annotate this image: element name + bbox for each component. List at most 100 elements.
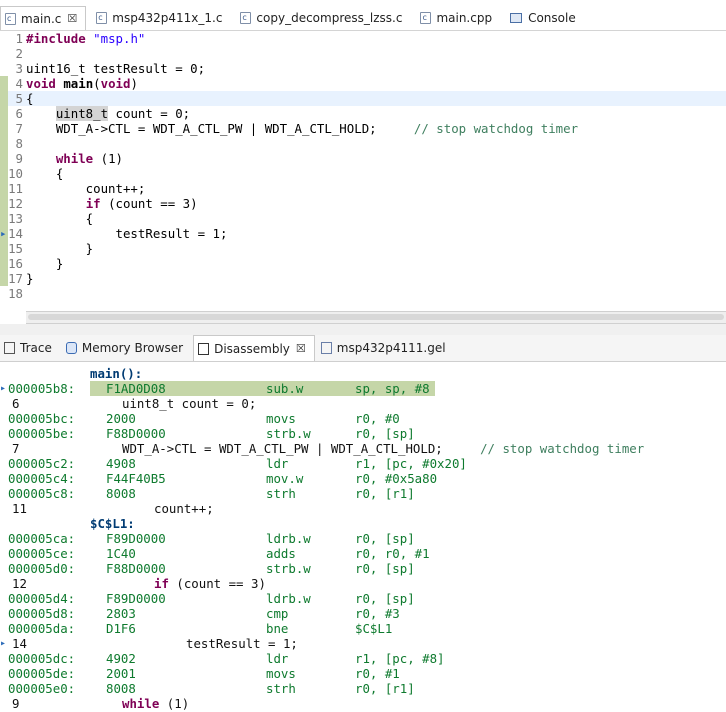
source-row[interactable]: 12 if (count == 3) — [0, 576, 726, 591]
code-token: ) — [130, 76, 138, 91]
instruction-row[interactable]: 000005be: F88D0000 strb.w r0, [sp] — [0, 426, 726, 441]
source-row[interactable]: 11 count++; — [0, 501, 726, 516]
source-row[interactable]: ▸ 14 testResult = 1; — [0, 636, 726, 651]
source-text: if (count == 3) — [154, 576, 266, 591]
code-line[interactable]: 18 — [0, 286, 726, 301]
code-line[interactable]: 13 { — [0, 211, 726, 226]
opcode: F44F40B5 — [106, 471, 166, 486]
source-text: count++; — [154, 501, 214, 516]
code-line[interactable]: ▸ 14 testResult = 1; — [0, 226, 726, 241]
scrollbar-thumb[interactable] — [28, 314, 724, 320]
change-gutter — [0, 31, 8, 46]
address: 000005c8: — [8, 486, 76, 501]
instruction-row[interactable]: 000005dc: 4902 ldr r1, [pc, #8] — [0, 651, 726, 666]
breakpoint-marker-icon: ▸ — [0, 638, 7, 649]
source-line-number: 6 — [12, 396, 20, 411]
editor-horizontal-scrollbar[interactable] — [26, 311, 726, 324]
operands: sp, sp, #8 — [355, 381, 430, 396]
code-line[interactable]: 1 #include "msp.h" — [0, 31, 726, 46]
code-text: uint8_t count = 0; — [26, 106, 190, 121]
code-line[interactable]: 8 — [0, 136, 726, 151]
editor-tab[interactable]: main.cpp — [416, 6, 500, 30]
change-gutter — [0, 256, 8, 271]
program-counter-arrow-icon: ▸ — [0, 383, 7, 394]
tab-label: copy_decompress_lzss.c — [256, 11, 403, 25]
code-token: uint8_t — [55, 106, 109, 121]
c-file-icon — [240, 12, 252, 24]
change-gutter — [0, 241, 8, 256]
code-line[interactable]: 12 if (count == 3) — [0, 196, 726, 211]
code-line[interactable]: 17} — [0, 271, 726, 286]
view-tab[interactable]: msp432p4111.gel — [317, 335, 454, 361]
view-tab[interactable]: Memory Browser — [62, 335, 191, 361]
line-number: 15 — [8, 241, 23, 256]
code-editor[interactable]: 1 #include "msp.h" 2 3 uint16_t testResult =… — [0, 31, 726, 311]
code-line[interactable]: 4 void main(void) — [0, 76, 726, 91]
label-row[interactable]: $C$L1: — [0, 516, 726, 531]
instruction-row[interactable]: 000005d4: F89D0000 ldrb.w r0, [sp] — [0, 591, 726, 606]
code-line[interactable]: 3 uint16_t testResult = 0; — [0, 61, 726, 76]
source-row[interactable]: 7 WDT_A->CTL = WDT_A_CTL_PW | WDT_A_CTL_H… — [0, 441, 726, 456]
instruction-row[interactable]: 000005c8: 8008 strh r0, [r1] — [0, 486, 726, 501]
instruction-row[interactable]: 000005d8: 2803 cmp r0, #3 — [0, 606, 726, 621]
instruction-row[interactable]: ▸ 000005b8: F1AD0D08 sub.w sp, sp, #8 — [0, 381, 726, 396]
operands: $C$L1 — [355, 621, 393, 636]
editor-tab[interactable]: copy_decompress_lzss.c — [236, 6, 410, 30]
operands: r0, [r1] — [355, 681, 415, 696]
code-text: WDT_A->CTL = WDT_A_CTL_PW | WDT_A_CTL_HO… — [26, 121, 578, 136]
instruction-row[interactable]: 000005c4: F44F40B5 mov.w r0, #0x5a80 — [0, 471, 726, 486]
instruction-row[interactable]: 000005c2: 4908 ldr r1, [pc, #0x20] — [0, 456, 726, 471]
change-gutter — [0, 181, 8, 196]
address: 000005ce: — [8, 546, 76, 561]
change-gutter — [0, 76, 8, 91]
view-tab[interactable]: Disassembly ☒ — [193, 335, 315, 361]
code-line[interactable]: 10 { — [0, 166, 726, 181]
code-line[interactable]: 2 — [0, 46, 726, 61]
opcode: 4902 — [106, 651, 136, 666]
line-number: 6 — [15, 106, 23, 121]
code-line[interactable]: 9 while (1) — [0, 151, 726, 166]
code-line[interactable]: 6 uint8_t count = 0; — [0, 106, 726, 121]
code-text: { — [26, 91, 33, 106]
asm-label: main(): — [90, 366, 143, 381]
address: 000005d0: — [8, 561, 76, 576]
source-row[interactable]: 9 while (1) — [0, 696, 726, 711]
view-tab[interactable]: Trace — [0, 335, 60, 361]
code-line[interactable]: 7 WDT_A->CTL = WDT_A_CTL_PW | WDT_A_CTL_… — [0, 121, 726, 136]
address: 000005da: — [8, 621, 76, 636]
close-icon[interactable]: ☒ — [296, 342, 306, 355]
address: 000005c2: — [8, 456, 76, 471]
code-token: } — [26, 256, 64, 271]
editor-tab[interactable]: msp432p411x_1.c — [92, 6, 230, 30]
disassembly-view[interactable]: main(): ▸ 000005b8: F1AD0D08 sub.w sp, sp, #8… — [0, 362, 726, 712]
instruction-row[interactable]: 000005d0: F88D0000 strb.w r0, [sp] — [0, 561, 726, 576]
instruction-row[interactable]: 000005bc: 2000 movs r0, #0 — [0, 411, 726, 426]
instruction-row[interactable]: 000005de: 2001 movs r0, #1 — [0, 666, 726, 681]
instruction-row[interactable]: 000005da: D1F6 bne $C$L1 — [0, 621, 726, 636]
code-line[interactable]: 5{ — [0, 91, 726, 106]
editor-tab-bar: main.c ☒ msp432p411x_1.c copy_decompress_lz… — [0, 6, 726, 31]
operands: r0, #0 — [355, 411, 400, 426]
source-text: while (1) — [122, 696, 189, 711]
change-gutter — [0, 46, 8, 61]
editor-tab[interactable]: main.c ☒ — [0, 6, 87, 30]
line-number: 14 — [8, 226, 23, 241]
editor-tab[interactable]: Console — [506, 6, 584, 30]
instruction-row[interactable]: 000005ce: 1C40 adds r0, r0, #1 — [0, 546, 726, 561]
instruction-row[interactable]: 000005e0: 8008 strh r0, [r1] — [0, 681, 726, 696]
mnemonic: mov.w — [266, 471, 304, 486]
line-number: 5 — [15, 91, 23, 106]
code-line[interactable]: 15 } — [0, 241, 726, 256]
panel-divider — [0, 324, 726, 335]
close-icon[interactable]: ☒ — [67, 12, 77, 25]
source-line-number: 14 — [12, 636, 27, 651]
code-line[interactable]: 16 } — [0, 256, 726, 271]
change-gutter — [0, 121, 8, 136]
tab-label: Memory Browser — [81, 341, 184, 355]
instruction-row[interactable]: 000005ca: F89D0000 ldrb.w r0, [sp] — [0, 531, 726, 546]
code-line[interactable]: 11 count++; — [0, 181, 726, 196]
opcode: 1C40 — [106, 546, 136, 561]
mnemonic: adds — [266, 546, 296, 561]
source-row[interactable]: 6 uint8_t count = 0; — [0, 396, 726, 411]
label-row[interactable]: main(): — [0, 366, 726, 381]
